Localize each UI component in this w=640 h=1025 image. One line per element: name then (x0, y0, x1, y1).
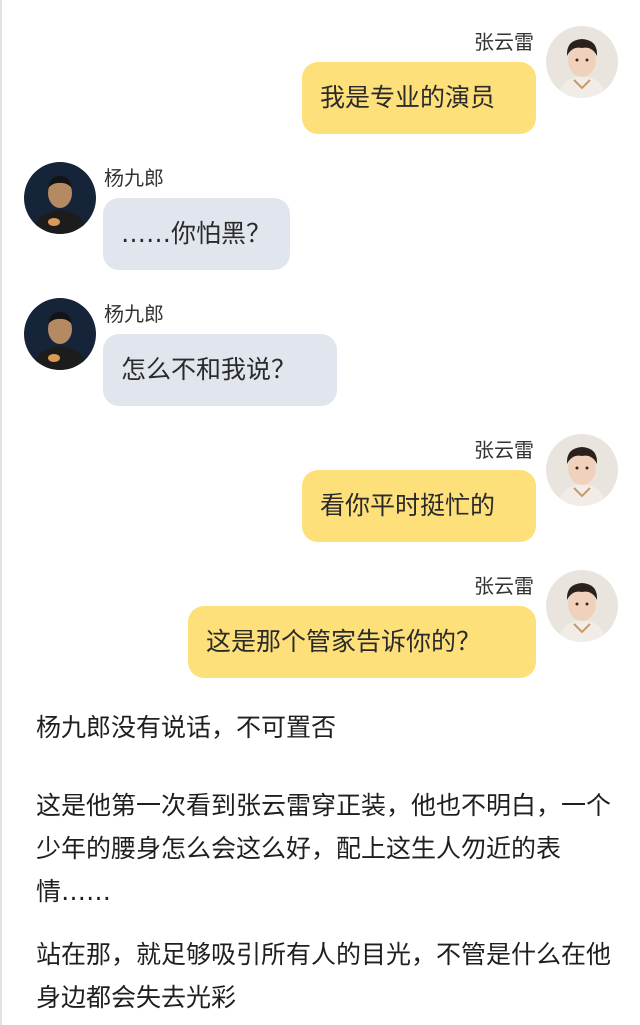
left-edge-divider (0, 0, 2, 1025)
avatar-man-dark-icon (24, 162, 96, 234)
sender-name: 张云雷 (474, 438, 534, 462)
narration-block: 杨九郎没有说话，不可置否 (36, 706, 612, 749)
avatar-man-light-icon (546, 434, 618, 506)
narration-paragraph: 这是他第一次看到张云雷穿正装，他也不明白，一个少年的腰身怎么会这么好，配上这生人… (36, 791, 612, 906)
avatar-man-light-icon (546, 26, 618, 98)
avatar-man-light-icon (546, 570, 618, 642)
avatar-zhang-yunlei[interactable] (546, 434, 618, 506)
avatar-zhang-yunlei[interactable] (546, 26, 618, 98)
sender-name: 张云雷 (474, 574, 534, 598)
narration-block: 站在那，就足够吸引所有人的目光，不管是什么在他身边都会失去光彩 (36, 933, 612, 1019)
avatar-yang-jiulang[interactable] (24, 162, 96, 234)
sender-name: 杨九郎 (104, 166, 164, 190)
message-bubble[interactable]: ……你怕黑？ (103, 198, 290, 270)
sender-name: 张云雷 (474, 30, 534, 54)
message-bubble[interactable]: 这是那个管家告诉你的？ (188, 606, 536, 678)
avatar-yang-jiulang[interactable] (24, 298, 96, 370)
avatar-man-dark-icon (24, 298, 96, 370)
message-bubble[interactable]: 怎么不和我说？ (103, 334, 337, 406)
message-bubble[interactable]: 看你平时挺忙的 (302, 470, 536, 542)
narration-paragraph: 杨九郎没有说话，不可置否 (36, 713, 337, 742)
narration-paragraph: 站在那，就足够吸引所有人的目光，不管是什么在他身边都会失去光彩 (36, 940, 612, 1012)
avatar-zhang-yunlei[interactable] (546, 570, 618, 642)
narration-block: 这是他第一次看到张云雷穿正装，他也不明白，一个少年的腰身怎么会这么好，配上这生人… (36, 784, 612, 913)
message-bubble[interactable]: 我是专业的演员 (302, 62, 536, 134)
sender-name: 杨九郎 (104, 302, 164, 326)
